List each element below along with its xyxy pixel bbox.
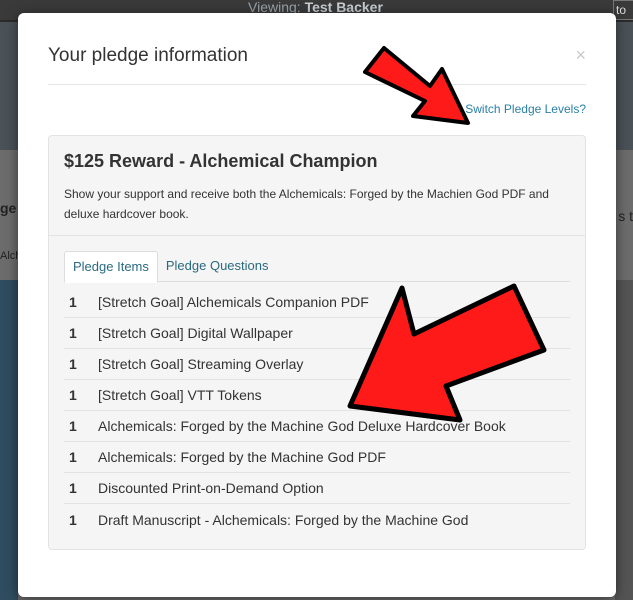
list-item: 1 [Stretch Goal] Digital Wallpaper	[64, 318, 570, 349]
background-left-image	[0, 280, 18, 600]
item-name: Alchemicals: Forged by the Machine God P…	[98, 449, 386, 465]
list-item: 1 Alchemicals: Forged by the Machine God …	[64, 442, 570, 473]
modal-header-divider	[48, 84, 586, 85]
item-qty: 1	[69, 356, 77, 372]
list-item: 1 [Stretch Goal] Streaming Overlay	[64, 349, 570, 380]
item-qty: 1	[69, 325, 77, 341]
item-qty: 1	[69, 511, 77, 528]
panel-divider	[49, 235, 585, 236]
list-item: 1 Discounted Print-on-Demand Option	[64, 473, 570, 504]
reward-panel: $125 Reward - Alchemical Champion Show y…	[48, 135, 586, 550]
tab-pledge-items[interactable]: Pledge Items	[64, 251, 158, 283]
background-right-image	[615, 280, 633, 600]
item-qty: 1	[69, 294, 77, 310]
viewing-indicator: Viewing: Test Backer	[248, 0, 383, 14]
pledge-items-list: 1 [Stretch Goal] Alchemicals Companion PD…	[64, 287, 570, 535]
item-qty: 1	[69, 449, 77, 465]
reward-title: $125 Reward - Alchemical Champion	[64, 151, 378, 171]
list-item: 1 [Stretch Goal] Alchemicals Companion PD…	[64, 287, 570, 318]
modal-title: Your pledge information	[48, 45, 248, 66]
pledge-info-modal: Your pledge information × + Switch Pledg…	[18, 13, 616, 597]
pledge-tabs: Pledge Items Pledge Questions	[64, 251, 570, 283]
tab-pledge-questions[interactable]: Pledge Questions	[158, 251, 277, 282]
list-item: 1 Alchemicals: Forged by the Machine God …	[64, 411, 570, 442]
item-name: [Stretch Goal] Streaming Overlay	[98, 356, 304, 372]
switch-pledge-levels-label: Switch Pledge Levels?	[465, 102, 586, 116]
list-item: 1 Draft Manuscript - Alchemicals: Forged …	[64, 504, 570, 535]
list-item: 1 [Stretch Goal] VTT Tokens	[64, 380, 570, 411]
item-name: [Stretch Goal] Digital Wallpaper	[98, 325, 293, 341]
item-qty: 1	[69, 387, 77, 403]
item-name: Discounted Print-on-Demand Option	[98, 480, 324, 496]
item-name: Alchemicals: Forged by the Machine God D…	[98, 418, 506, 434]
item-name: Draft Manuscript - Alchemicals: Forged b…	[98, 511, 469, 528]
plus-circle-icon: +	[450, 103, 462, 115]
background-left-text: ge	[0, 200, 17, 216]
background-right-text: s t	[618, 208, 633, 224]
item-name: [Stretch Goal] VTT Tokens	[98, 387, 262, 403]
item-name: [Stretch Goal] Alchemicals Companion PDF	[98, 294, 369, 310]
item-qty: 1	[69, 418, 77, 434]
close-icon[interactable]: ×	[575, 45, 586, 66]
background-topright-button: to	[613, 0, 633, 20]
reward-description: Show your support and receive both the A…	[64, 187, 549, 221]
item-qty: 1	[69, 480, 77, 496]
switch-pledge-levels-link[interactable]: + Switch Pledge Levels?	[450, 102, 586, 116]
